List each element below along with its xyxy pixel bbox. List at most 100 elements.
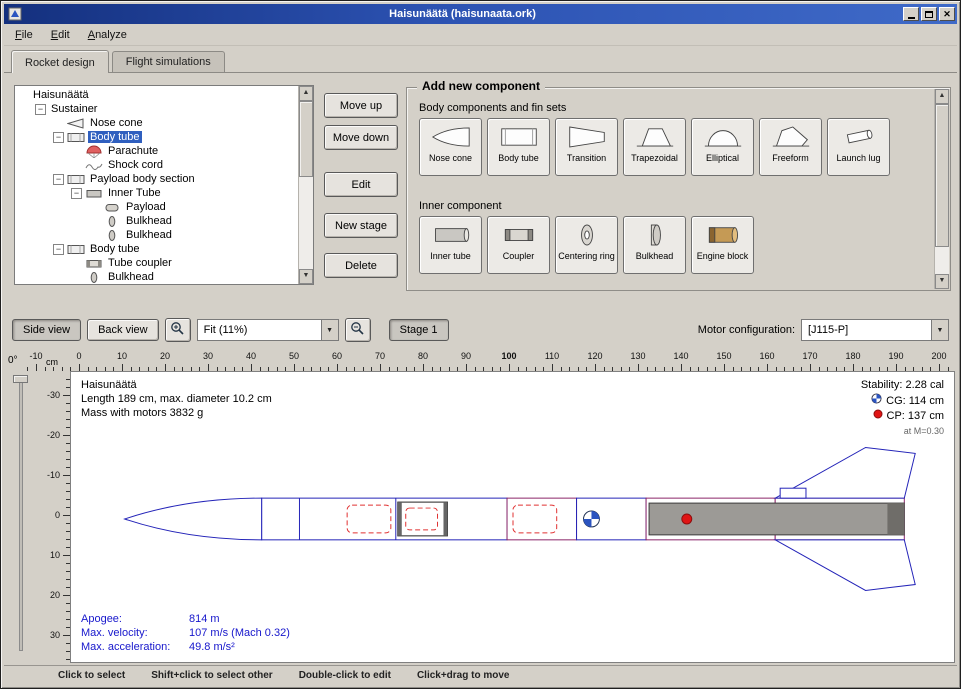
ruler-tick bbox=[509, 364, 510, 371]
inner-tube-shape[interactable] bbox=[398, 502, 448, 536]
tree-item-label: Payload bbox=[124, 201, 168, 213]
scroll-down-icon[interactable]: ▼ bbox=[935, 274, 949, 289]
tree-item-label: Bulkhead bbox=[106, 271, 156, 283]
tree-item-inner-tube[interactable]: − Inner Tube bbox=[15, 186, 298, 200]
launch-lug-shape[interactable] bbox=[780, 488, 806, 498]
tree-expander-icon[interactable]: − bbox=[53, 244, 64, 255]
move-up-button[interactable]: Move up bbox=[324, 93, 398, 118]
tree-item-tube-coupler[interactable]: Tube coupler bbox=[15, 256, 298, 270]
delete-button[interactable]: Delete bbox=[324, 253, 398, 278]
scrollbar-track[interactable] bbox=[935, 104, 949, 274]
palette-coupler-button[interactable]: Coupler bbox=[487, 216, 550, 274]
rotation-slider-thumb[interactable] bbox=[13, 375, 28, 383]
tree-item-bulkhead[interactable]: Bulkhead bbox=[15, 228, 298, 242]
zoom-out-button[interactable] bbox=[345, 318, 371, 342]
ruler-tick bbox=[165, 364, 166, 371]
scrollbar-thumb[interactable] bbox=[299, 101, 313, 177]
chevron-down-icon[interactable]: ▼ bbox=[931, 320, 948, 340]
flight-data-value: 107 m/s (Mach 0.32) bbox=[189, 626, 290, 640]
tree-item-shock-cord[interactable]: Shock cord bbox=[15, 158, 298, 172]
cp-value: CP: 137 cm bbox=[887, 409, 944, 424]
minimize-button[interactable] bbox=[903, 7, 919, 21]
stage-1-button[interactable]: Stage 1 bbox=[389, 319, 449, 341]
menu-edit[interactable]: Edit bbox=[42, 26, 79, 44]
nose-cone-shape[interactable] bbox=[125, 498, 262, 540]
tree-item-payload-body-section[interactable]: −Payload body section bbox=[15, 172, 298, 186]
tree-expander-icon[interactable]: − bbox=[53, 174, 64, 185]
tree-item-bulkhead[interactable]: Bulkhead bbox=[15, 270, 298, 284]
cg-symbol[interactable] bbox=[584, 511, 600, 527]
motor-config-select[interactable]: [J115-P] ▼ bbox=[801, 319, 949, 341]
tab-rocket-design[interactable]: Rocket design bbox=[11, 50, 109, 73]
palette-bulkhead-button[interactable]: Bulkhead bbox=[623, 216, 686, 274]
palette-body-tube-button[interactable]: Body tube bbox=[487, 118, 550, 176]
cp-symbol[interactable] bbox=[682, 514, 692, 524]
parachute-icon bbox=[85, 145, 103, 158]
ruler-tick bbox=[724, 364, 725, 371]
tree-expander-icon[interactable]: − bbox=[71, 188, 82, 199]
scrollbar-thumb[interactable] bbox=[935, 104, 949, 247]
palette-button-label: Engine block bbox=[697, 251, 749, 261]
elliptical-icon bbox=[703, 123, 743, 151]
palette-scrollbar[interactable]: ▲ ▼ bbox=[934, 89, 949, 289]
menu-analyze[interactable]: Analyze bbox=[79, 26, 136, 44]
palette-nose-cone-button[interactable]: Nose cone bbox=[419, 118, 482, 176]
payload-icon bbox=[103, 201, 121, 214]
component-tree: Haisunäätä−SustainerNose cone−Body tubeP… bbox=[14, 85, 314, 285]
tree-item-parachute[interactable]: Parachute bbox=[15, 144, 298, 158]
tree-item-sustainer[interactable]: −Sustainer bbox=[15, 102, 298, 116]
tree-item-label: Inner Tube bbox=[106, 187, 163, 199]
tree-item-label: Body tube bbox=[88, 131, 142, 143]
fin-lower-shape[interactable] bbox=[775, 540, 915, 591]
scroll-down-icon[interactable]: ▼ bbox=[299, 269, 313, 284]
menu-file[interactable]: File bbox=[6, 26, 42, 44]
ruler-label: 20 bbox=[50, 590, 60, 600]
palette-launch-lug-button[interactable]: Launch lug bbox=[827, 118, 890, 176]
status-hint: Double-click to edit bbox=[299, 670, 391, 681]
close-button[interactable]: ✕ bbox=[939, 7, 955, 21]
tree-item-body-tube[interactable]: −Body tube bbox=[15, 242, 298, 256]
scroll-up-icon[interactable]: ▲ bbox=[935, 89, 949, 104]
tree-item-haisun-t[interactable]: Haisunäätä bbox=[15, 88, 298, 102]
palette-freeform-button[interactable]: Freeform bbox=[759, 118, 822, 176]
tree-expander-icon[interactable]: − bbox=[53, 132, 64, 143]
chevron-down-icon[interactable]: ▼ bbox=[321, 320, 338, 340]
palette-trapezoidal-button[interactable]: Trapezoidal bbox=[623, 118, 686, 176]
ruler-label: 10 bbox=[50, 550, 60, 560]
coupler-section-shape[interactable] bbox=[507, 498, 577, 540]
palette-button-label: Coupler bbox=[503, 251, 535, 261]
body-tube-shape[interactable] bbox=[262, 498, 507, 540]
new-stage-button[interactable]: New stage bbox=[324, 213, 398, 238]
title-bar[interactable]: Haisunäätä (haisunaata.ork) ✕ bbox=[4, 4, 957, 24]
scroll-up-icon[interactable]: ▲ bbox=[299, 86, 313, 101]
side-view-button[interactable]: Side view bbox=[12, 319, 81, 341]
tree-expander-icon[interactable]: − bbox=[35, 104, 46, 115]
move-down-button[interactable]: Move down bbox=[324, 125, 398, 150]
back-view-button[interactable]: Back view bbox=[87, 319, 159, 341]
rotation-slider[interactable] bbox=[19, 379, 23, 651]
vertical-ruler: -30-20-100102030 bbox=[38, 371, 70, 663]
tab-flight-simulations[interactable]: Flight simulations bbox=[112, 51, 225, 72]
palette-inner-tube-button[interactable]: Inner tube bbox=[419, 216, 482, 274]
tree-item-body-tube[interactable]: − Body tube bbox=[15, 130, 298, 144]
menu-bar: FileEditAnalyze bbox=[4, 24, 957, 46]
tree-item-bulkhead[interactable]: Bulkhead bbox=[15, 214, 298, 228]
tree-item-payload[interactable]: Payload bbox=[15, 200, 298, 214]
ruler-tick bbox=[681, 364, 682, 371]
flight-data-row: Apogee:814 m bbox=[81, 612, 290, 626]
rocket-canvas[interactable]: Haisunäätä Length 189 cm, max. diameter … bbox=[70, 371, 955, 663]
scrollbar-track[interactable] bbox=[299, 101, 313, 269]
flight-data-label: Max. acceleration: bbox=[81, 640, 189, 654]
zoom-select[interactable]: Fit (11%) ▼ bbox=[197, 319, 339, 341]
palette-engine-block-button[interactable]: Engine block bbox=[691, 216, 754, 274]
tree-item-label: Parachute bbox=[106, 145, 160, 157]
palette-transition-button[interactable]: Transition bbox=[555, 118, 618, 176]
zoom-in-button[interactable] bbox=[165, 318, 191, 342]
tree-scrollbar[interactable]: ▲ ▼ bbox=[298, 86, 313, 284]
palette-centering-ring-button[interactable]: Centering ring bbox=[555, 216, 618, 274]
palette-elliptical-button[interactable]: Elliptical bbox=[691, 118, 754, 176]
palette-button-label: Launch lug bbox=[836, 153, 880, 163]
maximize-button[interactable] bbox=[921, 7, 937, 21]
tree-item-nose-cone[interactable]: Nose cone bbox=[15, 116, 298, 130]
edit-button[interactable]: Edit bbox=[324, 172, 398, 197]
